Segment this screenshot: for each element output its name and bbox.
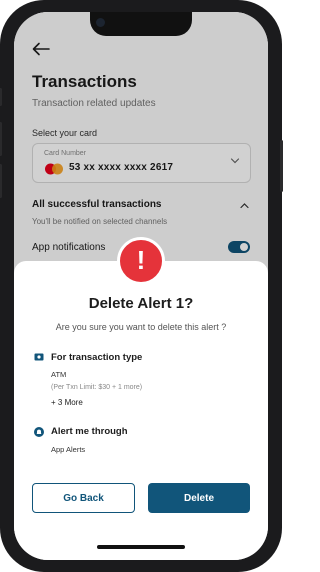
- modal-title: Delete Alert 1?: [88, 295, 194, 312]
- phone-frame: Transactions Transaction related updates…: [0, 0, 283, 572]
- screen: Transactions Transaction related updates…: [14, 12, 268, 560]
- volume-down-button: [0, 164, 2, 198]
- power-button: [280, 140, 283, 192]
- notch: [90, 12, 192, 36]
- transaction-type-value: ATM: [51, 370, 67, 379]
- alert-through-value: App Alerts: [51, 445, 86, 454]
- modal-question: Are you sure you want to delete this ale…: [55, 322, 227, 332]
- exclamation-icon: !: [117, 237, 165, 285]
- mute-switch: [0, 88, 2, 106]
- alert-through-heading: Alert me through: [51, 426, 128, 437]
- front-camera: [96, 18, 105, 27]
- bell-icon: [34, 427, 44, 437]
- delete-button[interactable]: Delete: [148, 483, 250, 513]
- more-types-link[interactable]: + 3 More: [51, 398, 83, 407]
- transaction-type-heading: For transaction type: [51, 352, 143, 363]
- money-icon: [34, 353, 44, 361]
- volume-up-button: [0, 122, 2, 156]
- go-back-button[interactable]: Go Back: [32, 483, 135, 513]
- transaction-type-detail: (Per Txn Limit: $30 + 1 more): [51, 384, 143, 391]
- home-indicator: [97, 545, 185, 549]
